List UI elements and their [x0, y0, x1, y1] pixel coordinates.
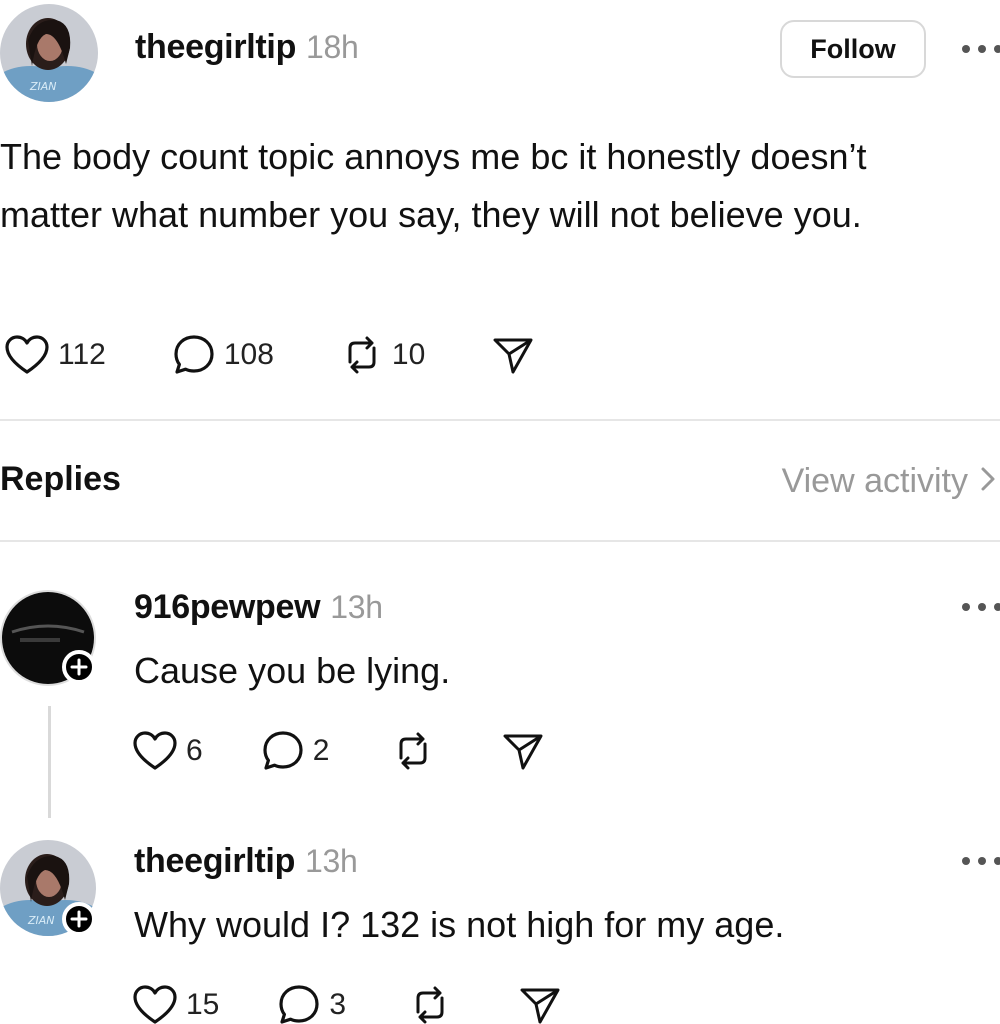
- username[interactable]: 916pewpew: [134, 588, 321, 626]
- more-dots-icon[interactable]: [962, 854, 1000, 868]
- share-button[interactable]: [501, 730, 545, 772]
- divider: [0, 540, 1000, 542]
- follow-plus-badge[interactable]: [62, 902, 96, 936]
- reply-time: 13h: [305, 843, 358, 879]
- comment-button[interactable]: 108: [172, 334, 274, 376]
- post-author[interactable]: theegirltip 18h: [135, 28, 359, 67]
- comment-bubble-icon: [172, 334, 216, 376]
- follow-plus-badge[interactable]: [62, 650, 96, 684]
- repost-button[interactable]: [408, 984, 452, 1024]
- reply-text: Cause you be lying.: [134, 650, 451, 691]
- repost-button[interactable]: 10: [340, 334, 425, 376]
- view-activity-link[interactable]: View activity: [782, 462, 996, 501]
- heart-icon: [4, 334, 50, 376]
- repost-icon: [391, 730, 435, 772]
- avatar[interactable]: ZIAN: [0, 4, 98, 102]
- reply-actions: 15 3: [132, 984, 562, 1024]
- heart-icon: [132, 984, 178, 1024]
- plus-icon: [70, 910, 88, 928]
- view-activity-label: View activity: [781, 462, 968, 500]
- send-icon: [518, 984, 562, 1024]
- heart-icon: [132, 730, 178, 772]
- repost-icon: [408, 984, 452, 1024]
- comment-button[interactable]: 2: [261, 730, 330, 772]
- plus-icon: [70, 658, 88, 676]
- repost-button[interactable]: [391, 730, 435, 772]
- send-icon: [491, 334, 535, 376]
- reply-time: 13h: [330, 589, 383, 625]
- like-count: 6: [186, 734, 203, 767]
- repost-icon: [340, 334, 384, 376]
- more-dots-icon[interactable]: [962, 600, 1000, 614]
- comment-bubble-icon: [261, 730, 305, 772]
- username[interactable]: theegirltip: [134, 842, 295, 880]
- like-count: 15: [186, 988, 220, 1021]
- repost-count: 10: [391, 338, 426, 371]
- post-time: 18h: [306, 29, 359, 65]
- reply-author[interactable]: theegirltip 13h: [134, 842, 358, 881]
- more-dots-icon[interactable]: [962, 42, 1000, 56]
- like-button[interactable]: 6: [132, 730, 203, 772]
- comment-count: 3: [329, 988, 347, 1021]
- like-button[interactable]: 15: [132, 984, 219, 1024]
- share-button[interactable]: [491, 334, 535, 376]
- reply-actions: 6 2: [132, 730, 545, 772]
- post-text: The body count topic annoys me bc it hon…: [0, 136, 867, 235]
- post-actions: 112 108 10: [4, 334, 535, 376]
- thread-line: [48, 706, 51, 818]
- svg-text:ZIAN: ZIAN: [29, 80, 57, 93]
- like-button[interactable]: 112: [4, 334, 106, 376]
- like-count: 112: [58, 338, 106, 371]
- username[interactable]: theegirltip: [135, 28, 296, 66]
- send-icon: [501, 730, 545, 772]
- chevron-right-icon: [980, 462, 996, 501]
- comment-count: 108: [223, 338, 274, 371]
- reply-author[interactable]: 916pewpew 13h: [134, 588, 383, 627]
- svg-text:ZIAN: ZIAN: [27, 914, 55, 927]
- divider: [0, 419, 1000, 421]
- replies-heading: Replies: [0, 460, 121, 498]
- reply-text: Why would I? 132 is not high for my age.: [134, 904, 785, 945]
- comment-bubble-icon: [277, 984, 321, 1024]
- comment-count: 2: [312, 734, 330, 767]
- share-button[interactable]: [518, 984, 562, 1024]
- follow-button[interactable]: Follow: [780, 20, 926, 78]
- comment-button[interactable]: 3: [277, 984, 346, 1024]
